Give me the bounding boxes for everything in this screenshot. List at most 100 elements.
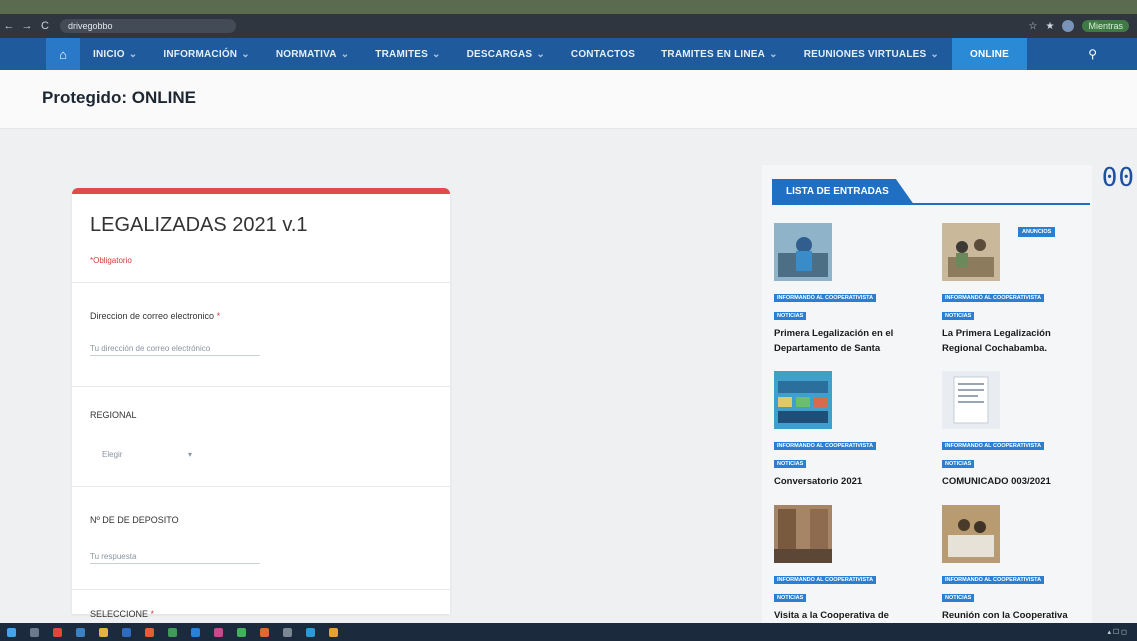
nav-item-tramites[interactable]: TRAMITES ⌄ (362, 38, 453, 70)
page-title: Protegido: ONLINE (42, 88, 196, 107)
nav-item-label: NORMATIVA (275, 48, 337, 60)
app-icon[interactable] (260, 627, 269, 637)
chevron-down-icon: ⌄ (769, 48, 778, 60)
category-tag[interactable]: NOTICIAS (774, 594, 807, 602)
forward-icon[interactable]: → (18, 20, 36, 32)
word-icon[interactable] (122, 627, 131, 637)
app-icon[interactable] (329, 627, 338, 637)
nav-item-online[interactable]: ONLINE (951, 38, 1027, 70)
star-icon[interactable]: ☆ (1029, 21, 1038, 32)
browser-actions: ☆ ★ Mientras (1029, 20, 1137, 32)
category-tag[interactable]: NOTICIAS (774, 312, 807, 320)
post-thumbnail[interactable] (942, 371, 1000, 429)
user-chip[interactable]: Mientras (1082, 20, 1129, 32)
page-header: Protegido: ONLINE (0, 70, 1137, 129)
post-entry[interactable]: INFORMANDO AL COOPERATIVISTA NOTICIAS Vi… (770, 505, 920, 623)
nav-item-label: CONTACTOS (570, 48, 636, 60)
regional-select[interactable]: Elegir ▾ (102, 450, 192, 459)
post-thumbnail[interactable] (774, 223, 832, 281)
nav-item-contactos[interactable]: CONTACTOS (558, 38, 648, 70)
category-tag[interactable]: INFORMANDO AL COOPERATIVISTA (942, 294, 1045, 302)
search-icon[interactable]: ⚲ (1088, 38, 1097, 70)
nav-item-tramites-en-linea[interactable]: TRAMITES EN LINEA ⌄ (648, 38, 791, 70)
taskview-icon[interactable] (30, 627, 39, 637)
app-icon[interactable] (283, 627, 292, 637)
post-entry[interactable]: INFORMANDO AL COOPERATIVISTA NOTICIAS Re… (938, 505, 1088, 623)
divider (72, 386, 450, 387)
visit-counter: 00 (1101, 163, 1135, 193)
category-tag[interactable]: INFORMANDO AL COOPERATIVISTA (942, 576, 1045, 584)
post-entry[interactable]: INFORMANDO AL COOPERATIVISTA NOTICIAS CO… (938, 371, 1088, 489)
app-icon[interactable] (214, 627, 223, 637)
system-tray[interactable]: ▴ ☐ ◻ (1108, 628, 1137, 636)
sidebar-heading: LISTA DE ENTRADAS (772, 179, 913, 203)
question-label-seleccione: SELECCIONE * (90, 609, 154, 619)
email-field[interactable]: Tu dirección de correo electrónico (90, 344, 260, 356)
chevron-down-icon: ⌄ (340, 48, 350, 60)
chrome-icon[interactable] (76, 627, 85, 637)
question-label-email: Direccion de correo electronico * (90, 311, 220, 321)
post-entry[interactable]: ANUNCIOS INFORMANDO AL COOPERATIVISTA NO… (938, 223, 1088, 356)
category-tag[interactable]: NOTICIAS (942, 594, 975, 602)
post-thumbnail[interactable] (942, 223, 1000, 281)
app-icon[interactable] (53, 627, 62, 637)
post-title[interactable]: COMUNICADO 003/2021 (942, 474, 1082, 489)
category-tag[interactable]: NOTICIAS (942, 312, 975, 320)
post-entry[interactable]: INFORMANDO AL COOPERATIVISTA NOTICIAS Co… (770, 371, 920, 489)
post-title[interactable]: Conversatorio 2021 (774, 474, 914, 489)
post-thumbnail[interactable] (774, 371, 832, 429)
category-tag[interactable]: NOTICIAS (774, 460, 807, 468)
category-tag[interactable]: NOTICIAS (942, 460, 975, 468)
dropdown-arrow-icon: ▾ (187, 450, 192, 459)
nav-item-label: TRAMITES EN LINEA (661, 48, 766, 60)
reload-icon[interactable]: C (36, 20, 54, 32)
select-placeholder: Elegir (102, 450, 123, 459)
category-tag[interactable]: INFORMANDO AL COOPERATIVISTA (774, 294, 877, 302)
required-note: *Obligatorio (90, 256, 132, 265)
extensions-icon[interactable]: ★ (1046, 21, 1055, 32)
browser-chrome: ← → C drivegobbo ☆ ★ Mientras (0, 0, 1137, 38)
nav-item-inicio[interactable]: INICIO ⌄ (80, 38, 150, 70)
post-thumbnail[interactable] (942, 505, 1000, 563)
category-tag[interactable]: INFORMANDO AL COOPERATIVISTA (774, 442, 877, 450)
embedded-form: LEGALIZADAS 2021 v.1 *Obligatorio Direcc… (72, 188, 450, 619)
category-tag[interactable]: INFORMANDO AL COOPERATIVISTA (774, 576, 877, 584)
required-mark: * (216, 311, 221, 321)
post-entry[interactable]: INFORMANDO AL COOPERATIVISTA NOTICIAS Pr… (770, 223, 920, 356)
sidebar-header: LISTA DE ENTRADAS (772, 179, 1090, 205)
edge-icon[interactable] (191, 627, 200, 637)
windows-start-icon[interactable] (7, 627, 16, 637)
app-icon[interactable] (306, 627, 315, 637)
excel-icon[interactable] (168, 627, 177, 637)
profile-icon[interactable] (1062, 20, 1075, 32)
app-icon[interactable] (237, 627, 246, 637)
home-icon[interactable]: ⌂ (46, 38, 80, 70)
nav-item-informacion[interactable]: INFORMACIÓN ⌄ (150, 38, 262, 70)
address-bar[interactable]: drivegobbo (60, 19, 236, 33)
question-label-deposito: Nº DE DE DEPOSITO (90, 515, 179, 525)
back-icon[interactable]: ← (0, 20, 18, 32)
post-title[interactable]: La Primera Legalización Regional Cochaba… (942, 326, 1082, 356)
deposito-field[interactable]: Tu respuesta (90, 552, 260, 564)
browser-tab-strip (0, 0, 1137, 14)
post-title[interactable]: Visita a la Cooperativa de (774, 608, 914, 623)
main-nav: ⌂ INICIO ⌄ INFORMACIÓN ⌄ NORMATIVA ⌄ TRAMIT… (0, 38, 1137, 70)
nav-item-label: ONLINE (969, 48, 1009, 60)
nav-item-reuniones-virtuales[interactable]: REUNIONES VIRTUALES ⌄ (791, 38, 952, 70)
nav-item-normativa[interactable]: NORMATIVA ⌄ (263, 38, 362, 70)
post-title[interactable]: Primera Legalización en el Departamento … (774, 326, 914, 356)
category-tag[interactable]: INFORMANDO AL COOPERATIVISTA (942, 442, 1045, 450)
nav-item-label: INFORMACIÓN (163, 48, 238, 60)
post-thumbnail[interactable] (774, 505, 832, 563)
os-taskbar: ▴ ☐ ◻ (0, 623, 1137, 641)
divider (72, 589, 450, 590)
chevron-down-icon: ⌄ (128, 48, 138, 60)
post-title[interactable]: Reunión con la Cooperativa (942, 608, 1082, 623)
nav-item-label: DESCARGAS (466, 48, 533, 60)
announcement-badge[interactable]: ANUNCIOS (1018, 227, 1056, 237)
opera-icon[interactable] (145, 627, 154, 637)
required-mark: * (150, 609, 155, 619)
folder-icon[interactable] (99, 627, 108, 637)
nav-item-descargas[interactable]: DESCARGAS ⌄ (454, 38, 558, 70)
sidebar: LISTA DE ENTRADAS INFORMANDO AL COOPERAT… (762, 165, 1092, 625)
